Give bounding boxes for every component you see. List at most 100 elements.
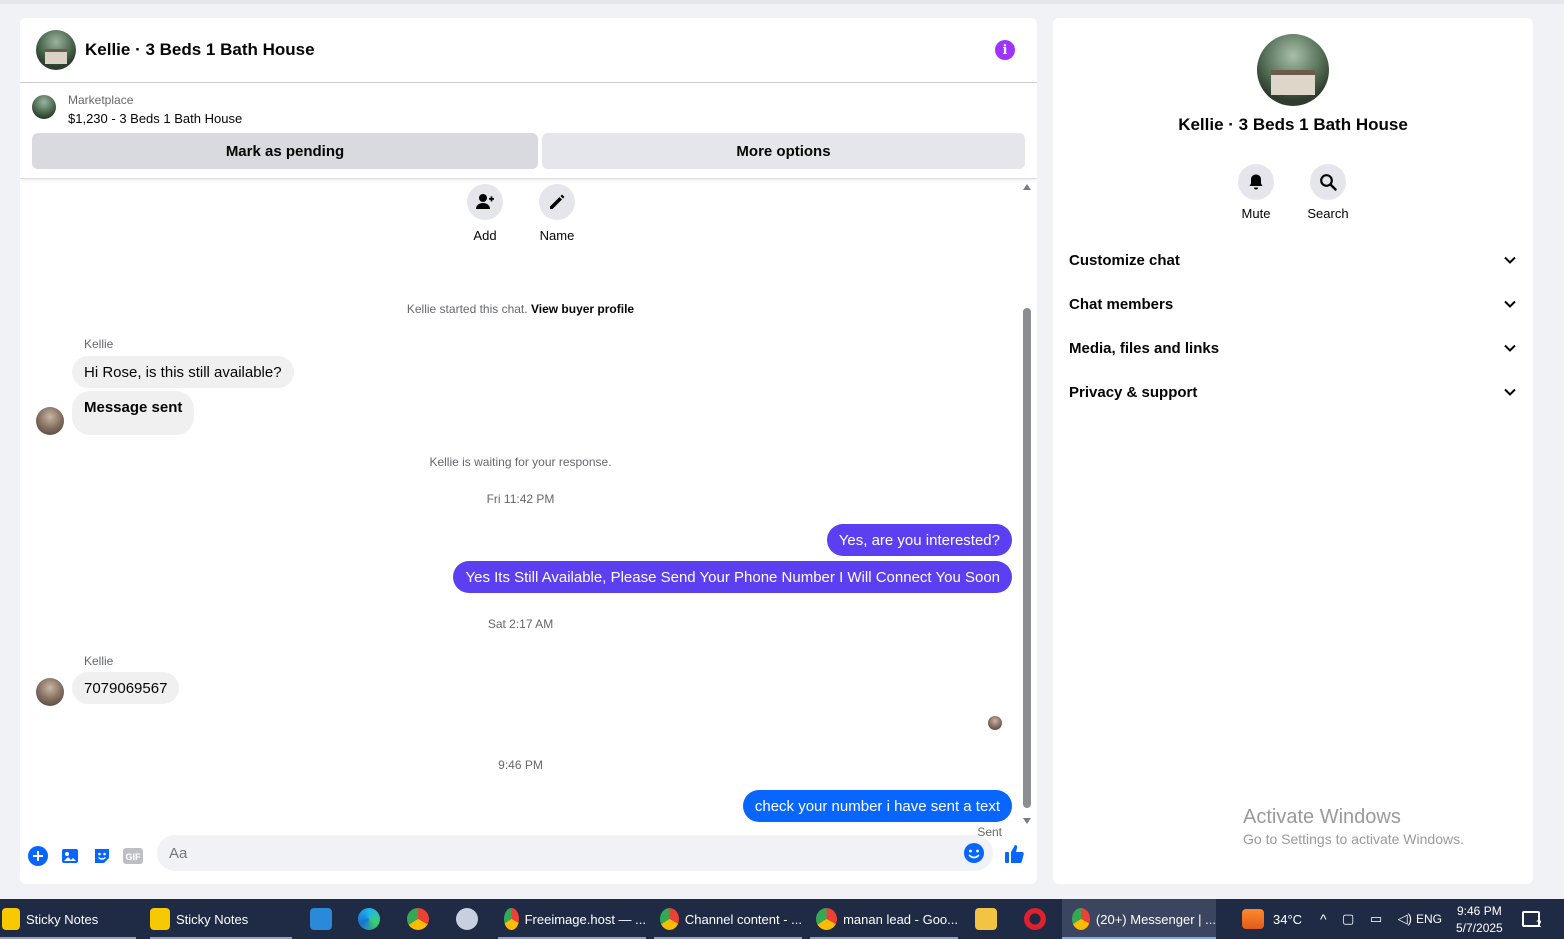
composer: GIF	[20, 830, 1037, 884]
privacy-support-section[interactable]: Privacy & support	[1069, 370, 1517, 414]
search-action[interactable]: Search	[1298, 164, 1358, 221]
timestamp: Fri 11:42 PM	[486, 492, 555, 506]
more-options-button[interactable]: More options	[542, 133, 1025, 169]
sticky-notes-icon	[150, 908, 170, 930]
sticker-icon[interactable]	[91, 845, 113, 867]
taskbar-messenger[interactable]: (20+) Messenger | ...	[1062, 899, 1216, 939]
chat-header: Kellie · 3 Beds 1 Bath House i	[20, 18, 1037, 83]
meet-icon[interactable]: ▢	[1342, 911, 1354, 927]
taskbar-app[interactable]	[456, 899, 482, 939]
taskbar-sticky-notes-2[interactable]: Sticky Notes	[150, 899, 292, 939]
chevron-down-icon	[1504, 388, 1516, 396]
message-input[interactable]	[157, 835, 937, 871]
sender-name: Kellie	[84, 654, 114, 668]
opera-icon	[1024, 908, 1046, 930]
taskbar-freeimage[interactable]: Freeimage.host — ...	[498, 899, 646, 939]
clock-date: 5/7/2025	[1456, 920, 1503, 935]
sender-avatar[interactable]	[36, 407, 64, 435]
sender-avatar[interactable]	[36, 678, 64, 706]
view-buyer-profile-link[interactable]: View buyer profile	[531, 302, 634, 316]
add-label: Add	[473, 228, 497, 243]
incoming-message[interactable]: Hi Rose, is this still available?	[72, 356, 294, 388]
taskbar-manan-lead[interactable]: manan lead - Goo...	[810, 899, 958, 939]
chat-title[interactable]: Kellie · 3 Beds 1 Bath House	[85, 40, 995, 60]
system-tray-icons[interactable]: ▢ ▭ ◁)	[1342, 899, 1412, 939]
message-list: Add Name Kellie started this chat. View …	[20, 180, 1037, 839]
search-label: Search	[1307, 206, 1349, 221]
taskbar-voice-app[interactable]	[310, 899, 334, 939]
marketplace-label: Marketplace	[68, 93, 134, 107]
add-people-action[interactable]: Add	[455, 184, 515, 243]
chat-panel: Kellie · 3 Beds 1 Bath House i Marketpla…	[20, 18, 1037, 884]
taskbar-file-explorer[interactable]	[975, 899, 999, 939]
clock[interactable]: 9:46 PM 5/7/2025	[1456, 899, 1503, 939]
incoming-message[interactable]: 7079069567	[72, 672, 180, 704]
scroll-thumb[interactable]	[1023, 308, 1031, 808]
chat-avatar[interactable]	[36, 30, 76, 70]
photo-icon[interactable]	[59, 845, 81, 867]
network-icon[interactable]: ▭	[1370, 911, 1382, 927]
customize-chat-section[interactable]: Customize chat	[1069, 238, 1517, 282]
chevron-down-icon	[1504, 300, 1516, 308]
temperature: 34°C	[1273, 911, 1303, 927]
taskbar-edge[interactable]	[358, 899, 382, 939]
volume-icon[interactable]: ◁)	[1398, 911, 1412, 927]
listing-thumbnail[interactable]	[32, 95, 56, 119]
timestamp: Sat 2:17 AM	[487, 617, 554, 631]
emoji-icon[interactable]	[963, 842, 985, 864]
media-files-links-section[interactable]: Media, files and links	[1069, 326, 1517, 370]
taskbar-opera[interactable]	[1024, 899, 1048, 939]
message-input-wrapper[interactable]	[157, 835, 993, 871]
pencil-icon[interactable]	[539, 184, 575, 220]
waiting-notice: Kellie is waiting for your response.	[429, 455, 612, 469]
scroll-down-icon[interactable]	[1023, 818, 1031, 824]
info-icon[interactable]: i	[995, 40, 1015, 60]
mark-pending-button[interactable]: Mark as pending	[32, 133, 538, 169]
add-person-icon[interactable]	[467, 184, 503, 220]
mute-action[interactable]: Mute	[1226, 164, 1286, 221]
chat-members-section[interactable]: Chat members	[1069, 282, 1517, 326]
language-indicator[interactable]: ENG	[1416, 899, 1442, 939]
chevron-down-icon	[1504, 256, 1516, 264]
weather-widget[interactable]: 34°C	[1242, 899, 1302, 939]
chevron-down-icon	[1504, 344, 1516, 352]
read-receipt-avatar	[988, 716, 1002, 730]
incoming-message[interactable]: Message sent	[72, 391, 195, 435]
outgoing-message[interactable]: Yes Its Still Available, Please Send You…	[453, 561, 1012, 593]
clock-time: 9:46 PM	[1457, 903, 1502, 918]
tray-chevron-up-icon[interactable]: ^	[1320, 899, 1327, 939]
bell-icon[interactable]	[1238, 164, 1274, 200]
activate-windows-watermark: Activate Windows Go to Settings to activ…	[1243, 806, 1464, 847]
thumbs-up-icon[interactable]	[1003, 842, 1027, 866]
profile-avatar[interactable]	[1257, 34, 1329, 106]
top-strip	[0, 0, 1564, 4]
chrome-icon	[504, 908, 519, 930]
gif-icon[interactable]: GIF	[122, 845, 144, 867]
taskbar-sticky-notes-1[interactable]: Sticky Notes	[0, 899, 136, 939]
scroll-up-icon[interactable]	[1023, 184, 1031, 190]
taskbar-channel-content[interactable]: Channel content - ...	[654, 899, 802, 939]
chrome-icon	[407, 908, 429, 930]
outgoing-message[interactable]: Yes, are you interested?	[826, 524, 1012, 556]
sticky-notes-icon	[2, 908, 20, 930]
weather-icon	[1242, 909, 1264, 929]
scrollbar[interactable]	[1023, 184, 1031, 824]
listing-price[interactable]: $1,230 - 3 Beds 1 Bath House	[68, 111, 242, 126]
plus-icon[interactable]	[27, 845, 49, 867]
notification-center[interactable]: 2	[1522, 899, 1542, 939]
search-icon[interactable]	[1310, 164, 1346, 200]
profile-title: Kellie · 3 Beds 1 Bath House	[1178, 115, 1408, 134]
edge-icon	[358, 908, 380, 930]
taskbar-chrome[interactable]	[407, 899, 431, 939]
chrome-icon	[1072, 908, 1090, 930]
timestamp: 9:46 PM	[498, 758, 543, 772]
taskbar: Sticky Notes Sticky Notes Freeimage.host…	[0, 899, 1564, 939]
sender-name: Kellie	[84, 337, 114, 351]
conversation-details-panel: Kellie · 3 Beds 1 Bath House Mute Search…	[1053, 18, 1533, 884]
chrome-icon	[816, 908, 838, 930]
chrome-icon	[660, 908, 679, 930]
name-action[interactable]: Name	[527, 184, 587, 243]
chat-started-notice: Kellie started this chat. View buyer pro…	[406, 302, 635, 316]
outgoing-message[interactable]: check your number i have sent a text	[742, 790, 1012, 822]
folder-icon	[975, 908, 997, 930]
